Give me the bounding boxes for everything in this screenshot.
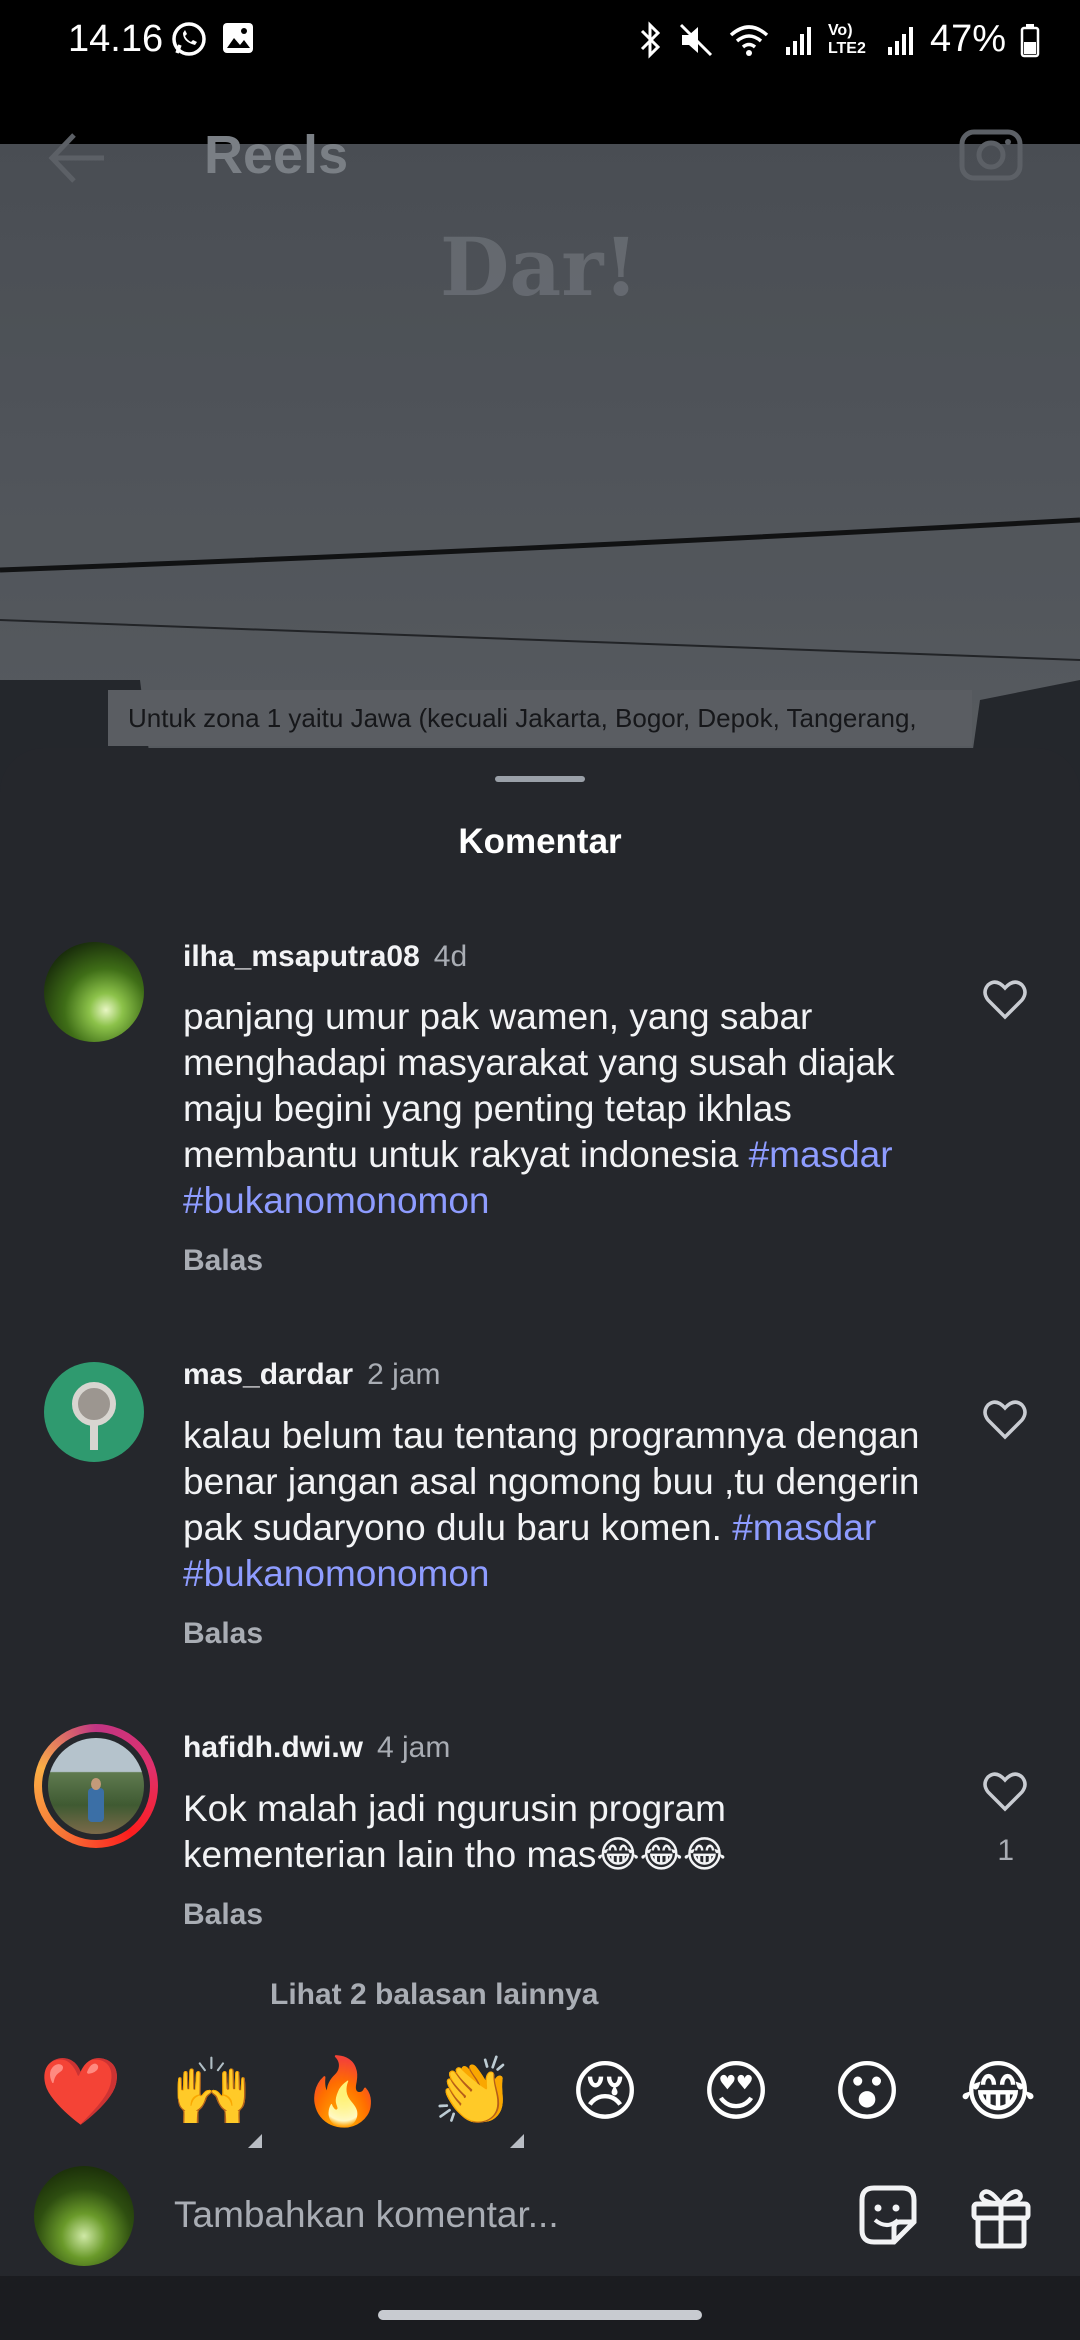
comment-text: Kok malah jadi ngurusin program kementer… <box>183 1786 923 1878</box>
emoji-surprised[interactable]: 😮 <box>824 2048 910 2134</box>
status-bar: 14.16 Vo) LTE2 47% <box>0 0 1080 80</box>
comment-text: kalau belum tau tentang programnya denga… <box>183 1413 923 1597</box>
comment-username[interactable]: mas_dardar <box>183 1358 353 1391</box>
reply-button[interactable]: Balas <box>183 1244 263 1278</box>
comment-username[interactable]: ilha_msaputra08 <box>183 940 420 973</box>
network-label: Vo) LTE2 <box>827 21 866 57</box>
emoji-variant-indicator <box>510 2134 524 2148</box>
status-time: 14.16 <box>68 18 164 60</box>
video-dim-overlay <box>0 80 1080 840</box>
sheet-title: Komentar <box>458 822 622 861</box>
home-indicator[interactable] <box>378 2310 702 2320</box>
comment-username[interactable]: hafidh.dwi.w <box>183 1731 363 1764</box>
battery-icon <box>1020 23 1040 57</box>
avatar[interactable] <box>44 1362 144 1462</box>
quick-emoji-bar: ❤️ 🙌 🔥 👏 😢 😍 😮 😂 <box>0 2048 1080 2148</box>
reels-title: Reels <box>204 125 349 185</box>
current-user-avatar <box>34 2166 134 2266</box>
heart-icon[interactable] <box>980 1766 1030 1816</box>
reply-button[interactable]: Balas <box>183 1617 263 1651</box>
back-arrow-icon[interactable] <box>44 125 110 191</box>
reels-video: Dar! Untuk zona 1 yaitu Jawa (kecuali Ja… <box>0 80 1080 840</box>
bluetooth-icon <box>640 20 661 59</box>
heart-icon[interactable] <box>980 974 1030 1024</box>
gift-icon[interactable] <box>968 2182 1034 2250</box>
emoji-heart-eyes[interactable]: 😍 <box>693 2048 779 2134</box>
signal-icon-2 <box>887 26 913 55</box>
comment-text: panjang umur pak wamen, yang sabar mengh… <box>183 994 923 1224</box>
emoji-variant-indicator <box>248 2134 262 2148</box>
view-more-replies[interactable]: Lihat 2 balasan lainnya <box>270 1978 598 2012</box>
comment-body: Kok malah jadi ngurusin program kementer… <box>183 1788 727 1875</box>
emoji-clapping[interactable]: 👏 <box>431 2048 517 2134</box>
mute-icon <box>679 23 712 56</box>
signal-icon <box>785 26 811 55</box>
comment-input-bar: Tambahkan komentar... <box>0 2160 1080 2270</box>
sticker-icon[interactable] <box>854 2182 922 2250</box>
comment-time: 4d <box>433 940 468 973</box>
heart-icon[interactable] <box>980 1394 1030 1444</box>
system-icons: Vo) LTE2 47% <box>638 18 1040 61</box>
sheet-drag-handle[interactable] <box>495 776 585 782</box>
battery-percent: 47% <box>929 18 1006 60</box>
notification-icons <box>170 20 256 58</box>
emoji-crying[interactable]: 😢 <box>562 2048 648 2134</box>
emoji-heart[interactable]: ❤️ <box>38 2048 124 2134</box>
comment-time: 4 jam <box>377 1731 451 1764</box>
gallery-icon <box>223 23 253 53</box>
comment-time: 2 jam <box>367 1358 441 1391</box>
like-count: 1 <box>997 1834 1014 1867</box>
emoji-raising-hands[interactable]: 🙌 <box>169 2048 255 2134</box>
navigation-bar <box>0 2276 1080 2340</box>
whatsapp-icon <box>172 22 206 56</box>
avatar[interactable] <box>44 942 144 1042</box>
emoji-fire[interactable]: 🔥 <box>300 2048 386 2134</box>
camera-icon[interactable] <box>958 120 1024 186</box>
avatar-photo[interactable] <box>48 1738 144 1834</box>
emoji-laughing[interactable]: 😂 <box>955 2048 1041 2134</box>
wifi-icon <box>729 24 769 56</box>
reply-button[interactable]: Balas <box>183 1898 263 1932</box>
comment-input[interactable]: Tambahkan komentar... <box>174 2194 559 2236</box>
